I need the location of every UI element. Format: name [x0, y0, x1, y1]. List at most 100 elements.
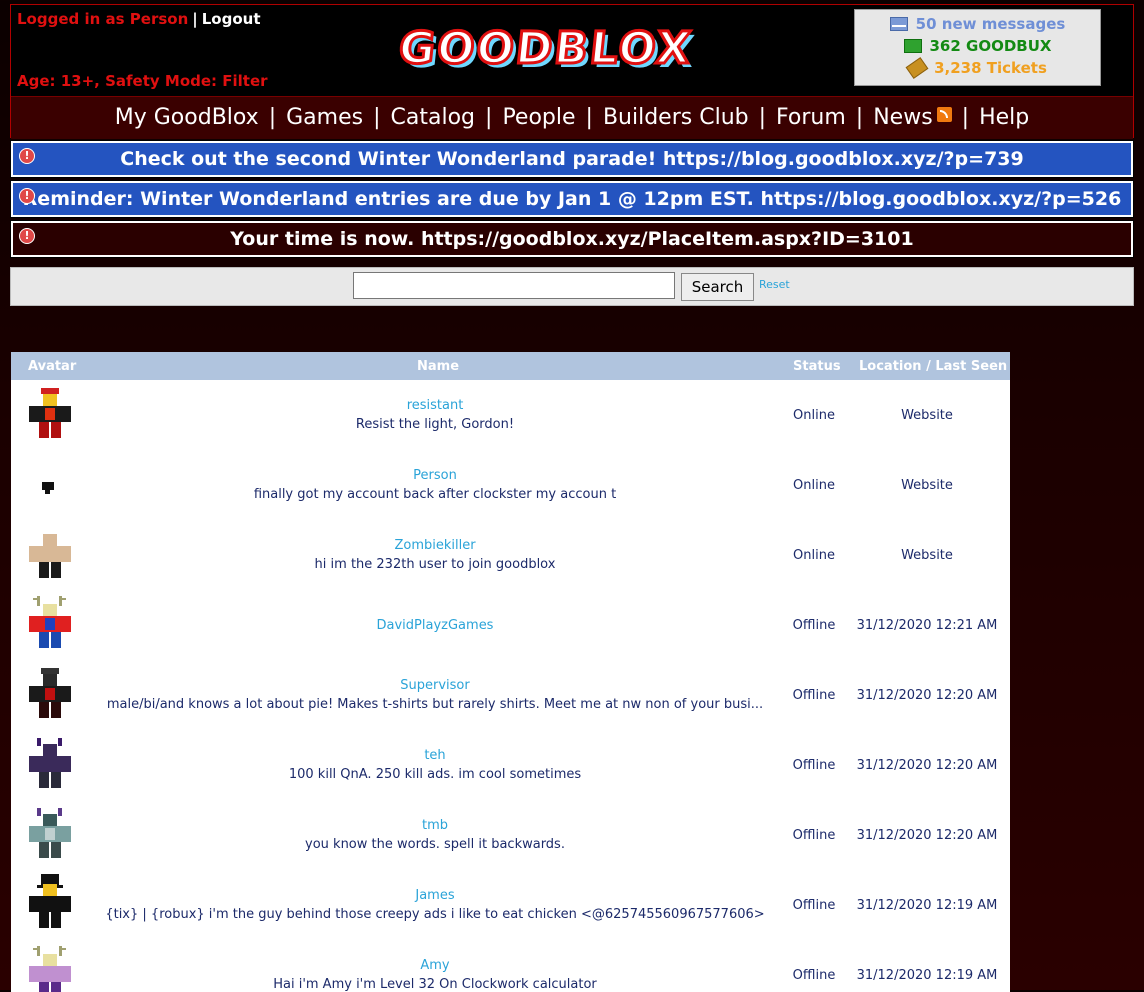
user-status: Offline	[792, 688, 836, 703]
table-row: James {tix} | {robux} i'm the guy behind …	[11, 870, 1010, 940]
user-name-link[interactable]: Person	[85, 468, 785, 483]
user-blurb: finally got my account back after clocks…	[253, 487, 617, 502]
avatar[interactable]	[25, 454, 75, 510]
user-name-link[interactable]: Zombiekiller	[85, 538, 785, 553]
logged-in-text: Logged in as Person	[17, 10, 189, 28]
user-name-link[interactable]: resistant	[85, 398, 785, 413]
user-last-seen: Website	[901, 478, 953, 493]
envelope-icon	[889, 17, 908, 31]
goodbux-link[interactable]: 362 GOODBUX	[855, 35, 1100, 57]
people-search-bar: Search Reset	[10, 267, 1134, 306]
user-last-seen: 31/12/2020 12:19 AM	[856, 968, 998, 983]
search-input[interactable]	[353, 272, 675, 299]
people-table: Avatar Name Status Location / Last Seen …	[11, 352, 1010, 992]
avatar[interactable]	[25, 594, 75, 650]
avatar[interactable]	[25, 384, 75, 440]
logout-link[interactable]: Logout	[202, 10, 261, 28]
user-last-seen: 31/12/2020 12:21 AM	[856, 618, 998, 633]
header-avatar: Avatar	[28, 359, 77, 374]
user-name-link[interactable]: tmb	[85, 818, 785, 833]
announcement-banner[interactable]: ! Your time is now. https://goodblox.xyz…	[10, 220, 1134, 258]
avatar[interactable]	[25, 734, 75, 790]
announcement-banner[interactable]: ! Check out the second Winter Wonderland…	[10, 140, 1134, 178]
messages-link[interactable]: 50 new messages	[855, 13, 1100, 35]
nav-separator: |	[758, 105, 767, 130]
ticket-icon	[905, 57, 929, 79]
nav-news[interactable]: News	[873, 105, 932, 130]
nav-separator: |	[855, 105, 864, 130]
user-name-link[interactable]: DavidPlayzGames	[85, 618, 785, 633]
user-blurb: hi im the 232th user to join goodblox	[314, 557, 556, 572]
user-blurb: male/bi/and knows a lot about pie! Makes…	[106, 697, 764, 712]
messages-count: 50 new messages	[915, 15, 1066, 33]
rss-icon[interactable]	[936, 107, 952, 122]
age-safety-text: Age: 13+, Safety Mode: Filter	[17, 72, 268, 90]
user-last-seen: Website	[901, 408, 953, 423]
nav-separator: |	[268, 105, 277, 130]
user-status: Offline	[792, 618, 836, 633]
goodbux-count: 362 GOODBUX	[929, 37, 1052, 55]
nav-games[interactable]: Games	[286, 105, 363, 130]
user-name-link[interactable]: James	[85, 888, 785, 903]
nav-builders-club[interactable]: Builders Club	[603, 105, 749, 130]
user-blurb: 100 kill QnA. 250 kill ads. im cool some…	[288, 767, 582, 782]
table-row: Zombiekiller hi im the 232th user to join…	[11, 520, 1010, 590]
banner-text: Reminder: Winter Wonderland entries are …	[22, 188, 1122, 210]
alert-icon: !	[19, 228, 35, 244]
nav-separator: |	[373, 105, 381, 130]
money-icon	[903, 39, 922, 53]
user-status: Offline	[792, 758, 836, 773]
nav-forum[interactable]: Forum	[776, 105, 846, 130]
table-row: resistant Resist the light, Gordon! Online…	[11, 380, 1010, 450]
user-name-link[interactable]: Amy	[85, 958, 785, 973]
avatar[interactable]	[25, 944, 75, 992]
login-separator: |	[192, 10, 198, 28]
user-name-link[interactable]: Supervisor	[85, 678, 785, 693]
table-row: Supervisor male/bi/and knows a lot about …	[11, 660, 1010, 730]
site-header: Logged in as Person | Logout Age: 13+, Saf…	[10, 4, 1134, 139]
nav-people[interactable]: People	[502, 105, 575, 130]
user-blurb: you know the words. spell it backwards.	[305, 837, 565, 852]
nav-catalog[interactable]: Catalog	[391, 105, 476, 130]
user-last-seen: 31/12/2020 12:20 AM	[856, 828, 998, 843]
nav-separator: |	[961, 105, 970, 130]
user-status: Offline	[792, 828, 836, 843]
user-status: Online	[793, 478, 835, 493]
nav-my-goodblox[interactable]: My GoodBlox	[115, 105, 259, 130]
user-status: Online	[793, 548, 835, 563]
table-row: teh 100 kill QnA. 250 kill ads. im cool s…	[11, 730, 1010, 800]
table-row: tmb you know the words. spell it backward…	[11, 800, 1010, 870]
banner-text: Your time is now. https://goodblox.xyz/P…	[230, 228, 914, 250]
user-blurb: {tix} | {robux} i'm the guy behind those…	[105, 907, 765, 922]
alert-icon: !	[19, 188, 35, 204]
user-status: Offline	[792, 898, 836, 913]
reset-link[interactable]: Reset	[759, 278, 790, 291]
avatar[interactable]	[25, 874, 75, 930]
search-button[interactable]: Search	[681, 273, 754, 301]
header-name: Name	[417, 359, 460, 374]
user-last-seen: Website	[901, 548, 953, 563]
table-row: Person finally got my account back after …	[11, 450, 1010, 520]
user-last-seen: 31/12/2020 12:20 AM	[856, 758, 998, 773]
user-last-seen: 31/12/2020 12:20 AM	[856, 688, 998, 703]
avatar[interactable]	[25, 664, 75, 720]
avatar[interactable]	[25, 804, 75, 860]
nav-separator: |	[485, 105, 493, 130]
nav-help[interactable]: Help	[979, 105, 1029, 130]
site-logo[interactable]: GOODBLOX GOODBLOX	[395, 22, 713, 85]
table-row: Amy Hai i'm Amy i'm Level 32 On Clockwork…	[11, 940, 1010, 992]
header-status: Status	[793, 359, 841, 374]
alert-icon: !	[19, 148, 35, 164]
login-status: Logged in as Person | Logout	[17, 10, 261, 28]
user-last-seen: 31/12/2020 12:19 AM	[856, 898, 998, 913]
logo-text: GOODBLOX	[395, 22, 697, 76]
tickets-link[interactable]: 3,238 Tickets	[855, 57, 1100, 79]
avatar[interactable]	[25, 524, 75, 580]
user-name-link[interactable]: teh	[85, 748, 785, 763]
header-location-last-seen: Location / Last Seen	[859, 359, 1008, 374]
main-nav: My GoodBlox | Games | Catalog | People | Builder…	[11, 96, 1133, 139]
user-blurb: Resist the light, Gordon!	[355, 417, 515, 432]
announcement-banner[interactable]: ! Reminder: Winter Wonderland entries ar…	[10, 180, 1134, 218]
user-status: Offline	[792, 968, 836, 983]
user-status: Online	[793, 408, 835, 423]
